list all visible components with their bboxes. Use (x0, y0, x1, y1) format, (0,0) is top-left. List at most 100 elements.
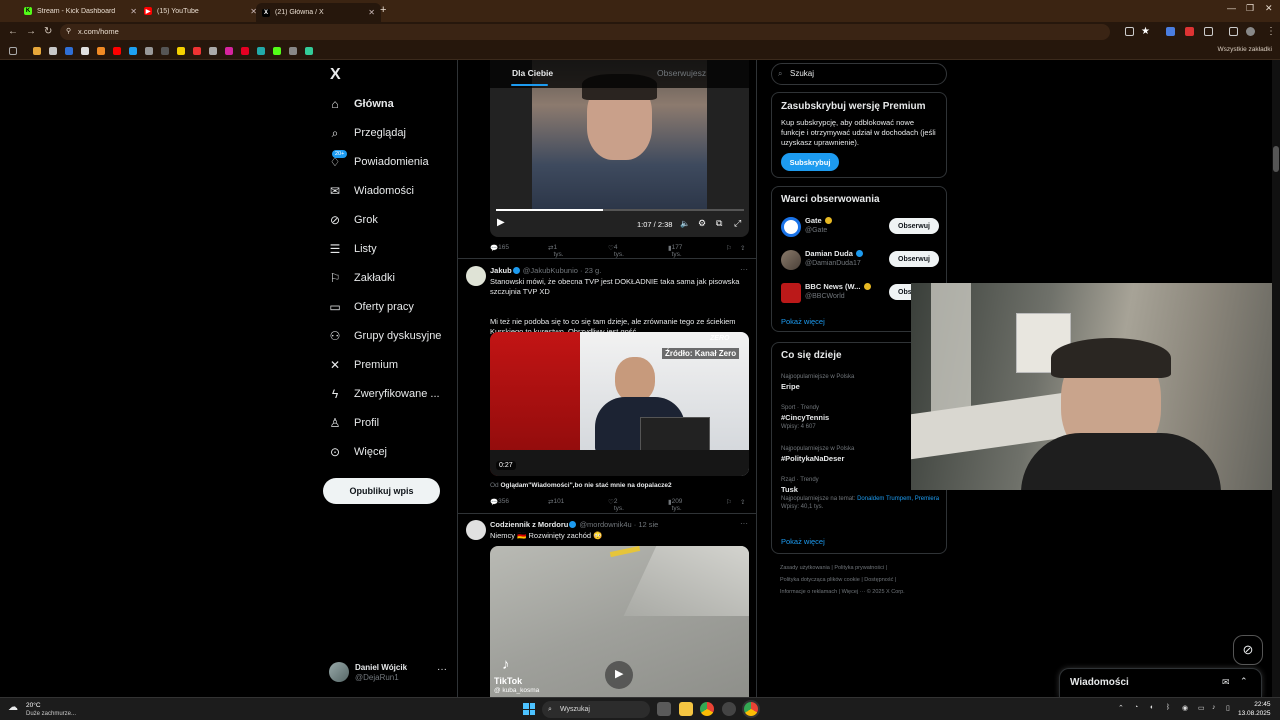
video-progress-track[interactable] (496, 209, 744, 211)
network-icon[interactable]: ▭ (1198, 704, 1205, 712)
share-icon[interactable]: ⇪ (740, 244, 745, 252)
star-icon[interactable]: ★ (1141, 26, 1150, 37)
compose-message-icon[interactable]: ✉ (1222, 677, 1230, 688)
tray-app-icon[interactable]: ◔ (1134, 704, 1138, 711)
weather-widget[interactable]: ☁ 20°C Duże zachmurze... (8, 700, 88, 720)
search-input[interactable]: ⌕ Szukaj (771, 63, 947, 85)
minimize-icon[interactable]: — (1227, 3, 1236, 13)
forward-icon[interactable]: → (26, 26, 36, 37)
url-input[interactable]: ⚲ x.com/home (60, 24, 1110, 40)
views-button[interactable]: ▮ 177 tys. (668, 244, 682, 258)
extension-icon[interactable] (1166, 27, 1175, 36)
close-icon[interactable]: ✕ (130, 7, 137, 16)
views-button[interactable]: ▮ 209 tys. (668, 498, 682, 512)
nav-lists[interactable]: ☰ Listy (328, 237, 377, 261)
tray-overflow-icon[interactable]: ⌃ (1118, 704, 1124, 712)
task-view-icon[interactable] (657, 702, 671, 716)
quote-title[interactable]: Oglądam"Wiadomości",bo nie stać mnie na … (500, 482, 671, 489)
tray-app-icon[interactable]: ◉ (1182, 704, 1188, 712)
site-info-icon[interactable]: ⚲ (66, 24, 71, 40)
battery-icon[interactable]: ▯ (1226, 704, 1230, 712)
volume-icon[interactable]: 🔈 (680, 219, 690, 228)
pip-icon[interactable]: ⧉ (716, 218, 722, 229)
bookmark-icon[interactable] (65, 47, 73, 55)
nav-home[interactable]: ⌂ Główna (328, 92, 393, 116)
bookmark-icon[interactable] (305, 47, 313, 55)
close-icon[interactable]: ✕ (368, 8, 375, 17)
tweet-media[interactable]: ZERO Źródło: Kanał Zero 0:27 (490, 332, 749, 476)
x-logo[interactable]: X (330, 66, 341, 84)
nav-bookmarks[interactable]: ⚐ Zakładki (328, 266, 395, 290)
bluetooth-icon[interactable]: ᛒ (1166, 704, 1170, 711)
settings-icon[interactable]: ⚙ (698, 218, 706, 229)
nav-premium[interactable]: ✕ Premium (328, 353, 398, 377)
bookmark-icon[interactable] (33, 47, 41, 55)
tweet-media[interactable]: ▶ ♪ TikTok @ kuba_kosma (490, 546, 749, 697)
bookmark-icon[interactable] (193, 47, 201, 55)
footer-links[interactable]: Zasady użytkowania | Polityka prywatnośc… (780, 565, 887, 571)
author-name[interactable]: Codziennik z Mordoru (490, 520, 568, 529)
cast-icon[interactable] (1125, 27, 1134, 36)
account-switcher[interactable]: Daniel Wójcik @DejaRun1 ··· (329, 660, 449, 684)
chrome-icon[interactable] (700, 702, 714, 716)
bookmark-icon[interactable] (177, 47, 185, 55)
bookmark-icon[interactable] (129, 47, 137, 55)
like-button[interactable]: ♡ 2 tys. (608, 498, 624, 512)
apps-icon[interactable] (9, 47, 17, 55)
footer-links[interactable]: Informacje o reklamach | Więcej ··· © 20… (780, 589, 905, 595)
messages-drawer[interactable]: Wiadomości ✉ ⌃ (1059, 668, 1262, 697)
bookmark-icon[interactable] (113, 47, 121, 55)
repost-button[interactable]: ⇄ 101 (548, 498, 564, 506)
show-more-link[interactable]: Pokaż więcej (781, 317, 825, 326)
play-button[interactable]: ▶ (605, 661, 633, 689)
tray-app-icon[interactable]: ◐ (1150, 704, 1154, 711)
extensions-puzzle-icon[interactable] (1204, 27, 1213, 36)
nav-more[interactable]: ⊙ Więcej (328, 440, 387, 464)
avatar[interactable] (466, 266, 486, 286)
author-name[interactable]: Jakub (490, 266, 512, 275)
bookmark-icon[interactable] (273, 47, 281, 55)
like-button[interactable]: ♡ 4 tys. (608, 244, 624, 258)
follow-button[interactable]: Obserwuj (889, 218, 939, 234)
bookmark-icon[interactable] (209, 47, 217, 55)
show-more-link[interactable]: Pokaż więcej (781, 537, 825, 546)
follow-suggestion[interactable]: Gate @Gate Obserwuj (781, 215, 941, 239)
share-icon[interactable]: ⇪ (740, 498, 745, 506)
bookmark-icon[interactable]: ⚐ (726, 498, 732, 506)
maximize-icon[interactable]: ❐ (1246, 3, 1254, 14)
menu-icon[interactable]: ⋮ (1266, 26, 1276, 37)
window-close-icon[interactable]: ✕ (1265, 3, 1273, 14)
tab-following[interactable]: Obserwujesz (657, 68, 706, 78)
scrollbar-thumb[interactable] (1273, 146, 1279, 172)
bookmark-icon[interactable] (161, 47, 169, 55)
volume-icon[interactable]: ♪ (1212, 704, 1216, 711)
tab-for-you[interactable]: Dla Ciebie (512, 68, 553, 78)
follow-suggestion[interactable]: Damian Duda @DamianDuda17 Obserwuj (781, 248, 941, 272)
sidepanel-icon[interactable] (1229, 27, 1238, 36)
author-handle[interactable]: @mordownik4u · 12 sie (579, 520, 658, 529)
all-bookmarks-folder[interactable]: Wszystkie zakładki (1217, 46, 1272, 53)
follow-button[interactable]: Obserwuj (889, 251, 939, 267)
more-icon[interactable]: ··· (437, 664, 447, 675)
back-icon[interactable]: ← (8, 26, 18, 37)
play-icon[interactable]: ▶ (497, 217, 505, 228)
reply-button[interactable]: 💬 165 (490, 244, 509, 252)
author-handle[interactable]: @JakubKubunio · 23 g. (523, 266, 602, 275)
avatar[interactable] (466, 520, 486, 540)
tab-x[interactable]: X (21) Główna / X ✕ (256, 3, 381, 22)
nav-communities[interactable]: ⚇ Grupy dyskusyjne (328, 324, 442, 348)
tab-kick[interactable]: K Stream - Kick Dashboard ✕ (18, 2, 143, 20)
bookmark-icon[interactable] (97, 47, 105, 55)
nav-profile[interactable]: ♙ Profil (328, 411, 379, 435)
nav-jobs[interactable]: ▭ Oferty pracy (328, 295, 414, 319)
new-tab-button[interactable]: + (380, 4, 386, 16)
bookmark-icon[interactable] (81, 47, 89, 55)
tab-youtube[interactable]: ▶ (15) YouTube ✕ (138, 2, 263, 20)
profile-avatar[interactable] (1246, 27, 1255, 36)
system-clock[interactable]: 22:45 13.08.2025 (1238, 700, 1271, 718)
bookmark-icon[interactable] (49, 47, 57, 55)
bookmark-icon[interactable] (241, 47, 249, 55)
grok-floating-button[interactable]: ⊘ (1233, 635, 1263, 665)
expand-icon[interactable]: ⌃ (1240, 676, 1248, 687)
taskbar-search[interactable]: ⌕ Wyszukaj (542, 701, 650, 718)
